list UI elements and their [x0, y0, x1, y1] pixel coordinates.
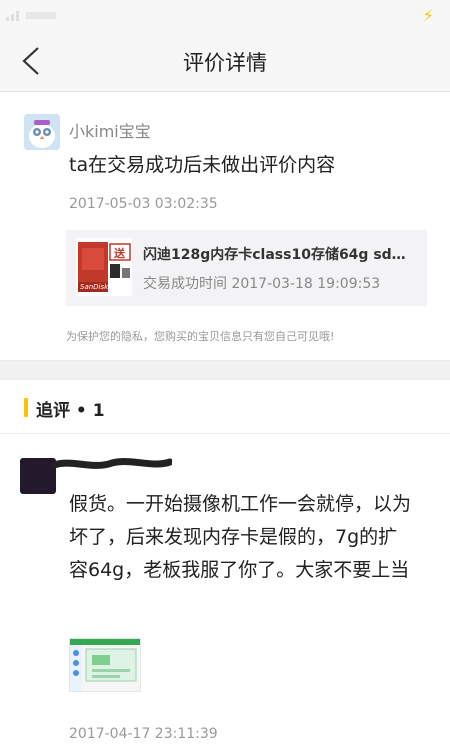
- username[interactable]: 小kimi宝宝: [69, 118, 151, 142]
- followup-title: 追评 • 1: [36, 401, 105, 421]
- product-card[interactable]: 送 SanDisk 闪迪128g内存卡class10存储64g sd卡... 交…: [66, 230, 427, 306]
- status-bar: ⚡: [0, 0, 450, 30]
- followup-time: 2017-04-17 23:11:39: [69, 726, 218, 742]
- followup-image[interactable]: [69, 638, 141, 692]
- accent-bar: [24, 398, 28, 417]
- avatar[interactable]: [24, 114, 60, 150]
- page-title: 评价详情: [183, 51, 267, 75]
- product-thumbnail: 送 SanDisk: [76, 238, 132, 296]
- privacy-note: 为保护您的隐私，您购买的宝贝信息只有您自己可见哦!: [66, 330, 335, 343]
- redacted-username: [52, 458, 172, 469]
- signal-icon: [6, 11, 56, 21]
- section-divider: [0, 360, 450, 380]
- followup-avatar[interactable]: [20, 458, 56, 494]
- followup-review: 假货。一开始摄像机工作一会就停，以为坏了，后来发现内存卡是假的，7g的扩容64g…: [0, 434, 450, 750]
- nav-header: 评价详情: [0, 30, 450, 92]
- product-thumb-brand: SanDisk: [80, 283, 109, 291]
- product-thumb-label: 送: [114, 247, 125, 260]
- owl-avatar-icon: [24, 114, 60, 150]
- product-trade-time: 交易成功时间 2017-03-18 19:09:53: [143, 276, 381, 292]
- product-name: 闪迪128g内存卡class10存储64g sd卡...: [143, 247, 418, 263]
- followup-content: 假货。一开始摄像机工作一会就停，以为坏了，后来发现内存卡是假的，7g的扩容64g…: [69, 493, 412, 581]
- followup-header: 追评 • 1: [0, 380, 450, 434]
- review-content: ta在交易成功后未做出评价内容: [69, 154, 336, 176]
- review-section: 小kimi宝宝 ta在交易成功后未做出评价内容 2017-05-03 03:02…: [0, 92, 450, 360]
- review-time: 2017-05-03 03:02:35: [69, 196, 218, 212]
- lightning-icon: ⚡: [422, 6, 434, 25]
